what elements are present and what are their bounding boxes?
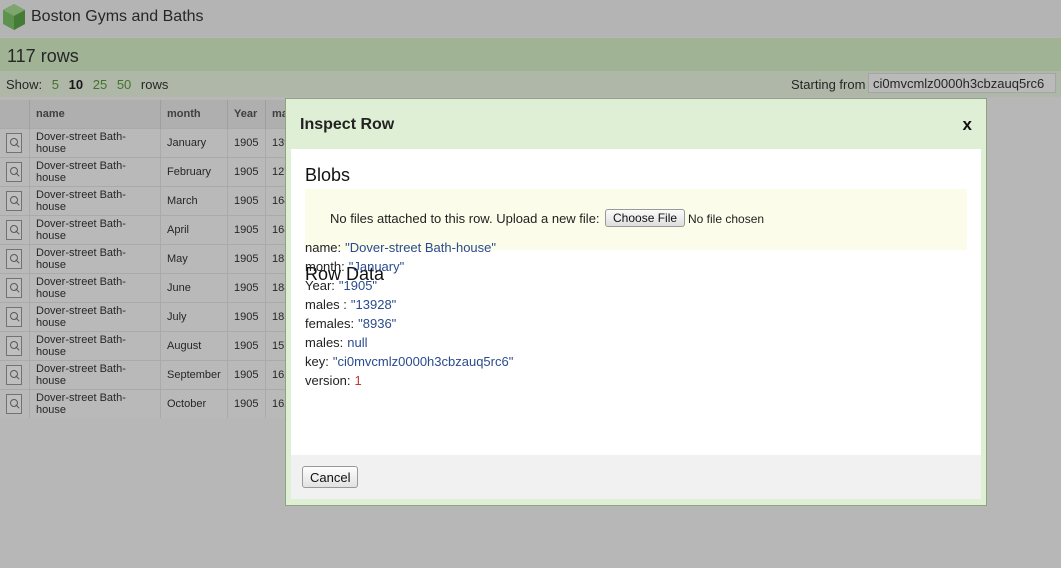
row-data-field: key: "ci0mvcmlz0000h3cbzauq5rc6": [305, 354, 513, 369]
field-value: "8936": [358, 316, 397, 331]
dialog-body: Blobs No files attached to this row. Upl…: [291, 149, 981, 455]
field-value: "January": [348, 259, 405, 274]
dialog-footer: Cancel: [291, 455, 981, 499]
field-key: key:: [305, 354, 329, 369]
row-data-field: males : "13928": [305, 297, 396, 312]
row-data-field: month: "January": [305, 259, 404, 274]
blobs-heading: Blobs: [305, 165, 351, 185]
dialog-title: Inspect Row: [300, 116, 395, 133]
file-status: No file chosen: [688, 212, 765, 226]
cancel-button[interactable]: Cancel: [302, 466, 359, 488]
field-value: "1905": [338, 278, 378, 293]
row-data-field: males: null: [305, 335, 368, 350]
field-value: "ci0mvcmlz0000h3cbzauq5rc6": [332, 354, 514, 369]
field-value: 1: [354, 373, 362, 388]
row-data-field: name: "Dover-street Bath-house": [305, 240, 496, 255]
field-value: null: [347, 335, 368, 350]
field-key: Year:: [305, 278, 335, 293]
field-key: version:: [305, 373, 351, 388]
field-value: "13928": [350, 297, 397, 312]
row-data-field: females: "8936": [305, 316, 396, 331]
inspect-row-dialog: Inspect Row x Blobs No files attached to…: [285, 98, 987, 506]
dialog-header: Inspect Row x: [286, 99, 986, 149]
field-key: males:: [305, 335, 344, 350]
field-value: "Dover-street Bath-house": [345, 240, 496, 255]
field-key: month:: [305, 259, 345, 274]
row-data-field: version: 1: [305, 373, 362, 388]
field-key: name:: [305, 240, 342, 255]
close-icon[interactable]: x: [963, 115, 972, 135]
choose-file-button[interactable]: Choose File: [605, 209, 686, 227]
field-key: females:: [305, 316, 355, 331]
row-data-field: Year: "1905": [305, 278, 377, 293]
blobs-message: No files attached to this row. Upload a …: [330, 211, 600, 226]
field-key: males :: [305, 297, 347, 312]
